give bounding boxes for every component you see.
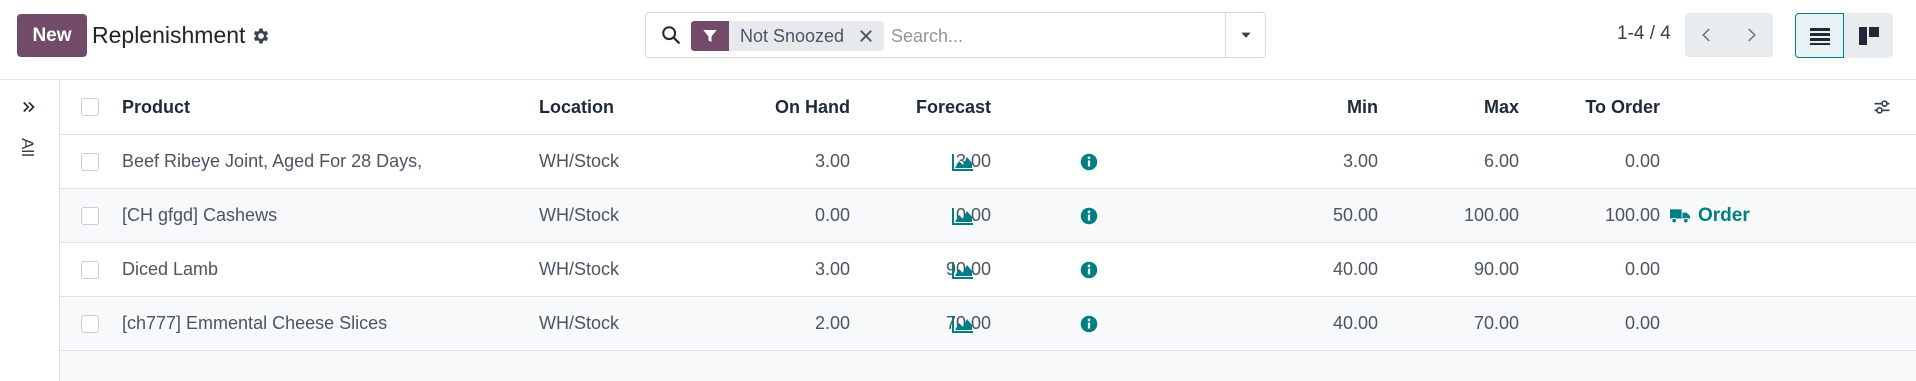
replenishment-table: Product Location On Hand Forecast Min Ma… xyxy=(60,80,1916,381)
row-checkbox[interactable] xyxy=(81,152,99,171)
column-header-forecast[interactable]: Forecast xyxy=(850,80,991,134)
min-cell[interactable]: 50.00 xyxy=(1260,189,1378,242)
side-panel-label[interactable]: All xyxy=(17,138,37,157)
table-row[interactable]: Diced Lamb WH/Stock 3.00 90.00 40.00 90.… xyxy=(60,243,1916,297)
area-chart-icon[interactable] xyxy=(952,297,982,350)
truck-icon xyxy=(1670,208,1690,223)
search-icon[interactable] xyxy=(660,24,682,46)
product-cell[interactable]: [CH gfgd] Cashews xyxy=(122,189,522,242)
on-hand-cell[interactable]: 2.00 xyxy=(680,297,850,350)
product-cell[interactable]: [ch777] Emmental Cheese Slices xyxy=(122,297,522,350)
caret-down-icon xyxy=(1240,32,1251,38)
location-cell[interactable]: WH/Stock xyxy=(539,135,669,188)
info-circle-icon[interactable] xyxy=(1080,243,1110,296)
row-checkbox[interactable] xyxy=(81,206,99,225)
table-row[interactable]: Beef Ribeye Joint, Aged For 28 Days, WH/… xyxy=(60,135,1916,189)
double-chevron-right-icon[interactable] xyxy=(20,98,38,116)
facet-label: Not Snoozed xyxy=(740,25,845,46)
search-options-toggle[interactable] xyxy=(1225,13,1265,57)
on-hand-cell[interactable]: 0.00 xyxy=(680,189,850,242)
area-chart-icon[interactable] xyxy=(952,135,982,188)
view-switcher xyxy=(1795,13,1893,58)
chevron-right-icon xyxy=(1748,28,1756,42)
pager-value[interactable]: 1-4 / 4 xyxy=(1617,23,1671,45)
max-cell[interactable]: 6.00 xyxy=(1378,135,1519,188)
new-button[interactable]: New xyxy=(17,14,87,57)
list-view-icon xyxy=(1809,27,1830,45)
sliders-icon xyxy=(1874,100,1890,114)
min-cell[interactable]: 3.00 xyxy=(1260,135,1378,188)
info-circle-icon[interactable] xyxy=(1080,135,1110,188)
max-cell[interactable]: 70.00 xyxy=(1378,297,1519,350)
on-hand-cell[interactable]: 3.00 xyxy=(680,243,850,296)
column-header-to-order[interactable]: To Order xyxy=(1519,80,1660,134)
area-chart-icon[interactable] xyxy=(952,189,982,242)
to-order-cell[interactable]: 100.00 xyxy=(1519,189,1660,242)
location-cell[interactable]: WH/Stock xyxy=(539,189,669,242)
to-order-cell[interactable]: 0.00 xyxy=(1519,135,1660,188)
min-cell[interactable]: 40.00 xyxy=(1260,243,1378,296)
column-header-product[interactable]: Product xyxy=(122,80,522,134)
product-cell[interactable]: Diced Lamb xyxy=(122,243,522,296)
min-cell[interactable]: 40.00 xyxy=(1260,297,1378,350)
optional-columns-toggle[interactable] xyxy=(1872,80,1902,134)
order-button-label: Order xyxy=(1698,204,1750,226)
column-header-min[interactable]: Min xyxy=(1260,80,1378,134)
filter-icon xyxy=(691,21,729,51)
kanban-view-button[interactable] xyxy=(1844,13,1893,58)
pager-previous-button[interactable] xyxy=(1685,13,1729,57)
max-cell[interactable]: 90.00 xyxy=(1378,243,1519,296)
close-icon[interactable] xyxy=(858,28,874,44)
product-cell[interactable]: Beef Ribeye Joint, Aged For 28 Days, xyxy=(122,135,522,188)
search-facet: Not Snoozed xyxy=(691,21,885,51)
table-header: Product Location On Hand Forecast Min Ma… xyxy=(60,80,1916,135)
search-input[interactable] xyxy=(891,21,1211,51)
on-hand-cell[interactable]: 3.00 xyxy=(680,135,850,188)
table-row[interactable]: [ch777] Emmental Cheese Slices WH/Stock … xyxy=(60,297,1916,351)
info-circle-icon[interactable] xyxy=(1080,297,1110,350)
gear-icon[interactable] xyxy=(251,26,271,46)
order-button[interactable]: Order xyxy=(1670,189,1790,242)
column-header-location[interactable]: Location xyxy=(539,80,669,134)
area-chart-icon[interactable] xyxy=(952,243,982,296)
location-cell[interactable]: WH/Stock xyxy=(539,297,669,350)
control-panel: New Replenishment Not Snoozed 1-4 / xyxy=(0,0,1916,80)
chevron-left-icon xyxy=(1702,28,1710,42)
column-header-on-hand[interactable]: On Hand xyxy=(680,80,850,134)
row-checkbox[interactable] xyxy=(81,314,99,333)
max-cell[interactable]: 100.00 xyxy=(1378,189,1519,242)
info-circle-icon[interactable] xyxy=(1080,189,1110,242)
table-row[interactable]: [CH gfgd] Cashews WH/Stock 0.00 0.00 50.… xyxy=(60,189,1916,243)
side-panel: All xyxy=(0,80,60,381)
location-cell[interactable]: WH/Stock xyxy=(539,243,669,296)
list-view-button[interactable] xyxy=(1795,13,1844,58)
to-order-cell[interactable]: 0.00 xyxy=(1519,297,1660,350)
column-header-max[interactable]: Max xyxy=(1378,80,1519,134)
to-order-cell[interactable]: 0.00 xyxy=(1519,243,1660,296)
kanban-view-icon xyxy=(1858,26,1879,45)
search-bar: Not Snoozed xyxy=(645,12,1266,58)
select-all-checkbox[interactable] xyxy=(81,98,99,116)
page-title: Replenishment xyxy=(92,22,246,48)
pager-next-button[interactable] xyxy=(1729,13,1773,57)
pager-buttons xyxy=(1685,13,1773,57)
row-checkbox[interactable] xyxy=(81,260,99,279)
